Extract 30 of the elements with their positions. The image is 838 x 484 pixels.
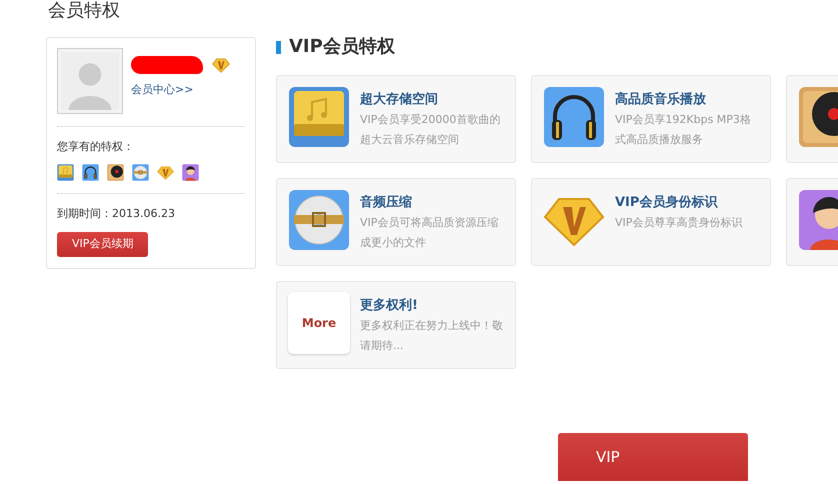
privileges-label: 您享有的特权： xyxy=(57,139,135,155)
renew-button[interactable]: VIP会员续期 xyxy=(57,232,148,256)
feature-description: VIP会员可将高品质资源压缩成更小的文件 xyxy=(360,215,500,251)
v-badge-icon xyxy=(211,56,231,74)
music-folder-icon xyxy=(288,86,350,148)
title-marker xyxy=(276,40,281,54)
feature-description: VIP会员享受20000首歌曲的超大云音乐存储空间 xyxy=(360,112,502,148)
expiry-label: 到期时间： xyxy=(57,206,112,220)
feature-title: 超大存储空间 xyxy=(360,90,439,109)
feature-title: 更多权利! xyxy=(360,297,419,315)
headphones-icon xyxy=(543,86,605,148)
vip-button[interactable]: VIP xyxy=(558,433,748,481)
page-title: 会员特权 xyxy=(47,0,121,22)
member-center-link[interactable]: 会员中心>> xyxy=(131,82,194,98)
cartoon-avatar-icon xyxy=(182,164,199,180)
feature-title: 音频压缩 xyxy=(360,194,413,212)
feature-description: VIP会员享192Kbps MP3格式高品质播放服务 xyxy=(615,112,752,148)
feature-description: VIP会员尊享高贵身份标识 xyxy=(615,215,742,231)
feature-title: 高品质音乐播放 xyxy=(615,90,707,109)
disc-icon xyxy=(132,164,149,180)
v-badge-icon xyxy=(157,164,174,180)
redaction-mark xyxy=(131,56,203,74)
feature-title: VIP会员身份标识 xyxy=(615,194,719,212)
headphones-icon xyxy=(82,164,99,180)
record-player-icon xyxy=(107,164,124,180)
feature-description: 更多权利正在努力上线中！敬请期待... xyxy=(360,318,504,354)
section-title: VIP会员特权 xyxy=(289,37,395,57)
more-tile: More xyxy=(288,292,350,354)
music-folder-icon xyxy=(57,164,74,180)
expiry-date: 2013.06.23 xyxy=(112,206,175,220)
